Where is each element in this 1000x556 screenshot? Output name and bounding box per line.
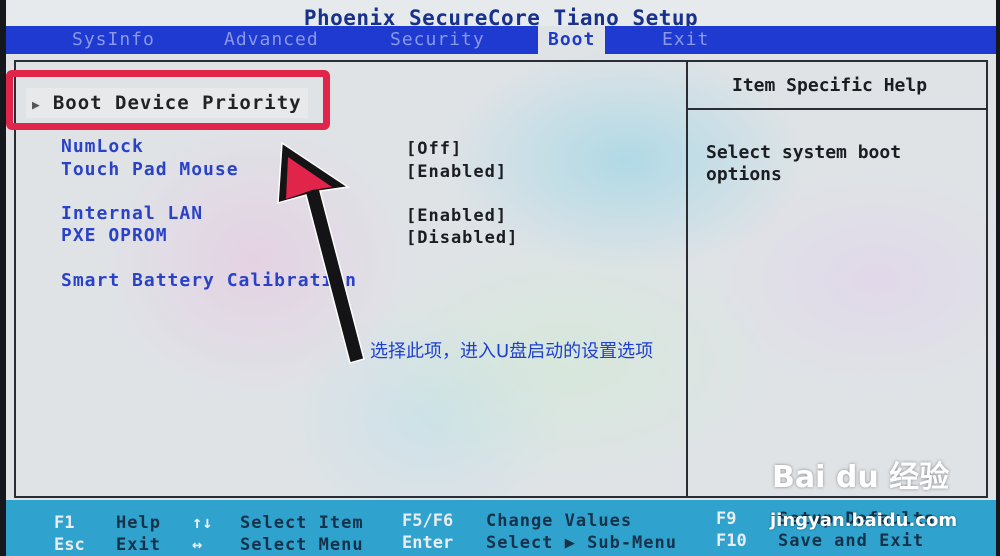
tab-boot[interactable]: Boot — [538, 26, 606, 54]
setting-internal-lan-value[interactable]: [Enabled] — [406, 205, 507, 227]
tab-sysinfo[interactable]: SysInfo — [72, 26, 155, 54]
help-title: Item Specific Help — [688, 62, 986, 110]
key-f5f6-label: Change Values — [486, 511, 633, 531]
key-enter-label: Select ▶ Sub-Menu — [486, 533, 677, 553]
key-esc-label: Exit — [116, 535, 161, 555]
annotation-text: 选择此项，进入U盘启动的设置选项 — [370, 341, 654, 362]
tab-advanced[interactable]: Advanced — [224, 26, 319, 54]
key-f10-label: Save and Exit — [778, 531, 925, 551]
menu-item-label: Boot Device Priority — [52, 92, 302, 114]
key-f9: F9 — [716, 509, 737, 529]
help-text: Select system boot options — [706, 142, 902, 185]
key-enter: Enter — [402, 533, 454, 553]
tab-security[interactable]: Security — [390, 26, 485, 54]
setting-touch-pad-mouse-value[interactable]: [Enabled] — [406, 161, 507, 183]
baidu-watermark: Bai du 经验 — [772, 460, 950, 495]
key-f1: F1 — [54, 513, 75, 533]
key-leftright: ↔ — [192, 535, 203, 555]
setting-pxe-oprom-value[interactable]: [Disabled] — [406, 227, 518, 249]
key-f1-label: Help — [116, 513, 161, 533]
bios-screen: Phoenix SecureCore Tiano Setup SysInfo A… — [6, 0, 996, 556]
tab-exit[interactable]: Exit — [662, 26, 709, 54]
key-esc: Esc — [54, 535, 85, 555]
baidu-watermark-url: jingyan.baidu.com — [770, 510, 958, 531]
setting-pxe-oprom[interactable]: PXE OPROM — [61, 225, 168, 247]
annotation-arrow-icon — [277, 141, 365, 364]
setting-touch-pad-mouse[interactable]: Touch Pad Mouse — [61, 159, 239, 181]
key-updown-label: Select Item — [240, 513, 364, 533]
key-f5f6: F5/F6 — [402, 511, 454, 531]
help-panel: Item Specific Help Select system boot op… — [688, 60, 988, 498]
key-updown: ↑↓ — [192, 513, 213, 533]
setting-numlock[interactable]: NumLock — [61, 136, 144, 158]
key-f10: F10 — [716, 531, 747, 551]
key-leftright-label: Select Menu — [240, 535, 364, 555]
menu-bar: SysInfo Advanced Security Boot Exit — [6, 26, 996, 54]
setting-numlock-value[interactable]: [Off] — [406, 138, 462, 160]
menu-item-boot-device-priority[interactable]: ▶ Boot Device Priority — [26, 88, 308, 118]
submenu-arrow-icon: ▶ — [32, 98, 41, 113]
setting-internal-lan[interactable]: Internal LAN — [61, 203, 203, 225]
